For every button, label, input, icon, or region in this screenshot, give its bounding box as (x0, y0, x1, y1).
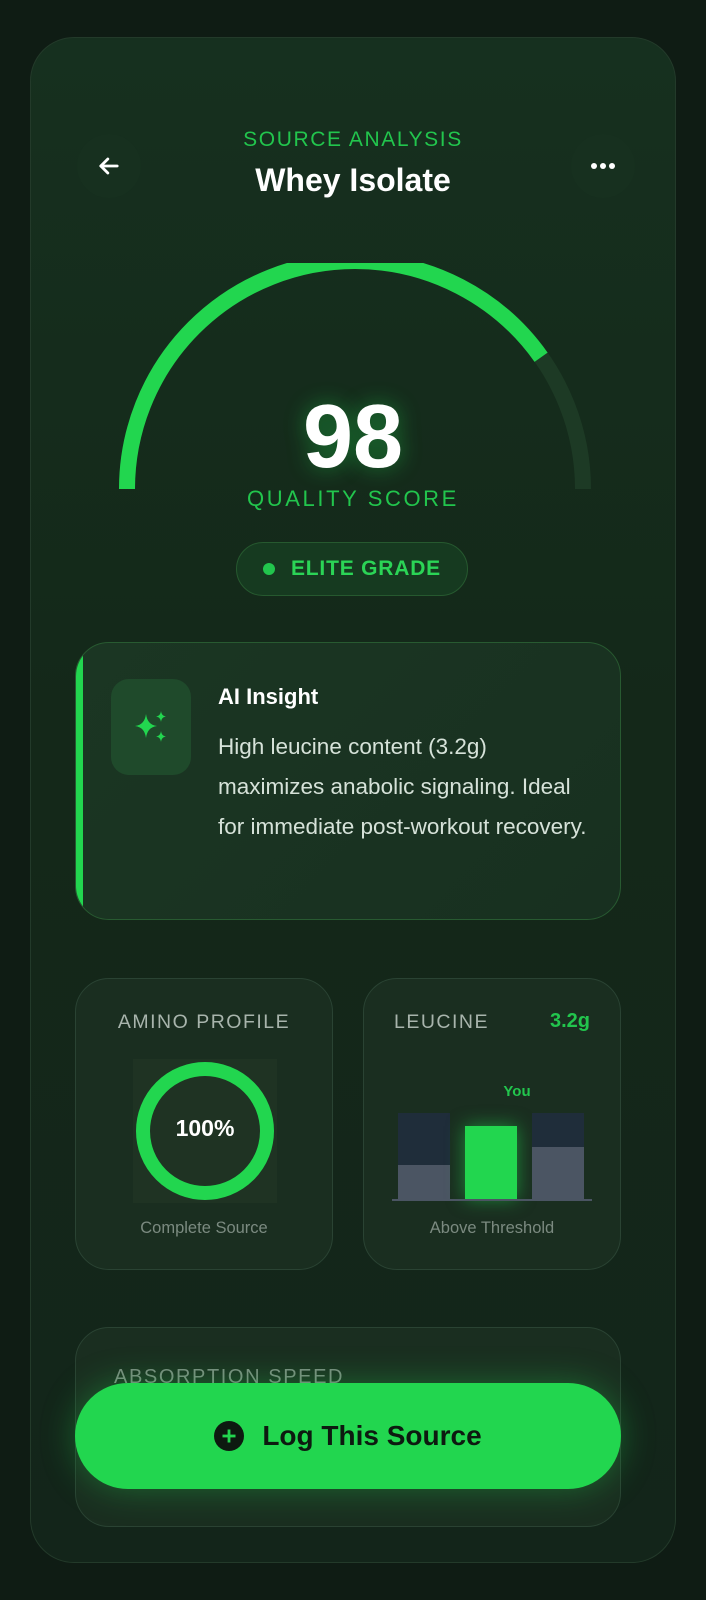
bar-you (465, 1113, 517, 1199)
more-horizontal-icon (591, 163, 615, 169)
bar-high-fill (532, 1147, 584, 1199)
log-source-button[interactable]: Log This Source (75, 1383, 621, 1489)
amino-profile-card: AMINO PROFILE 100% Complete Source (75, 978, 333, 1270)
leucine-value: 3.2g (549, 1010, 590, 1032)
insight-icon-tile (111, 679, 191, 775)
grade-label: ELITE GRADE (291, 557, 441, 580)
bar-you-fill (465, 1125, 517, 1199)
bar-low-fill (398, 1164, 450, 1199)
bar-you-label: You (503, 1083, 531, 1100)
insight-accent-bar (76, 643, 83, 919)
leucine-label: LEUCINE (394, 1011, 490, 1033)
leucine-bar-chart: You (392, 1083, 592, 1201)
log-source-label: Log This Source (262, 1420, 482, 1451)
bar-low (398, 1113, 450, 1199)
ai-insight-card: AI Insight High leucine content (3.2g) m… (75, 642, 621, 920)
grade-badge: ELITE GRADE (236, 542, 468, 596)
more-options-button[interactable] (571, 134, 635, 198)
plus-circle-icon (214, 1421, 245, 1451)
amino-profile-label: AMINO PROFILE (117, 1011, 291, 1033)
leucine-caption: Above Threshold (429, 1219, 555, 1237)
amino-profile-value: 100% (175, 1115, 235, 1141)
sparkles-icon (135, 711, 166, 742)
quality-score-value: 98 (302, 387, 404, 487)
amino-profile-caption: Complete Source (140, 1219, 268, 1237)
bar-high (532, 1113, 584, 1199)
quality-score-label: QUALITY SCORE (247, 486, 459, 511)
bar-axis (392, 1199, 592, 1201)
amino-ring: 100% (133, 1059, 277, 1203)
insight-text: High leucine content (3.2g) maximizes an… (218, 734, 587, 839)
phone-frame: SOURCE ANALYSIS Whey Isolate 98 QUALITY … (30, 37, 676, 1563)
insight-title: AI Insight (218, 684, 319, 709)
leucine-card: LEUCINE 3.2g You Above Threshold (363, 978, 621, 1270)
grade-dot-icon (263, 563, 275, 575)
